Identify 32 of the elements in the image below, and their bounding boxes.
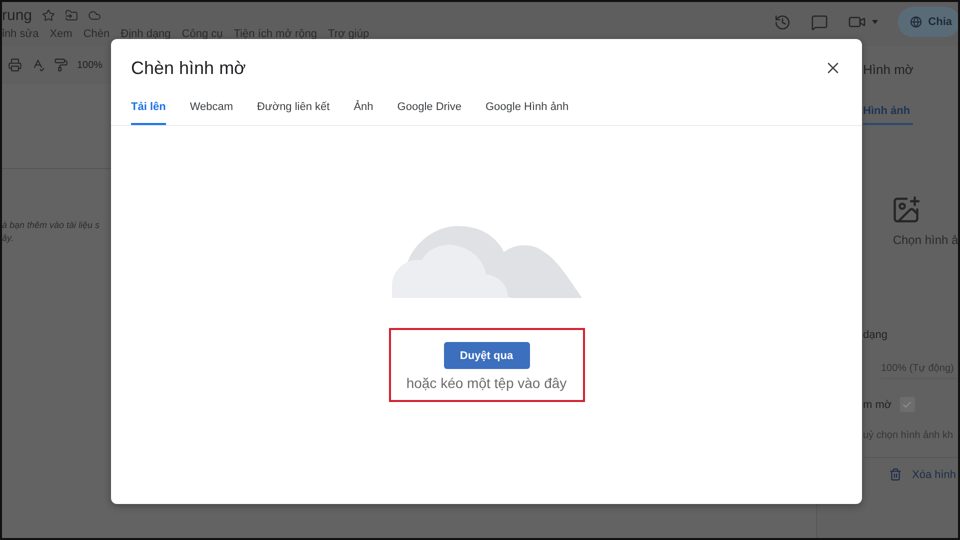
dialog-tab[interactable]: Google Hình ảnh xyxy=(486,101,569,125)
globe-icon xyxy=(910,16,922,28)
choose-image-text[interactable]: Chọn hình ả xyxy=(892,233,958,247)
star-icon[interactable] xyxy=(42,9,56,22)
cloud-icon[interactable] xyxy=(88,9,102,22)
document-title[interactable]: rung xyxy=(2,7,32,24)
dialog-title: Chèn hình mờ xyxy=(131,58,246,78)
history-icon[interactable] xyxy=(774,14,792,30)
fade-label: m mờ xyxy=(863,398,892,410)
image-add-icon[interactable] xyxy=(890,195,920,225)
dialog-tab[interactable]: Tải lên xyxy=(131,101,166,125)
print-icon[interactable] xyxy=(8,58,22,72)
share-button[interactable]: Chia xyxy=(898,7,958,37)
trash-icon xyxy=(889,468,902,481)
dialog-tab[interactable]: Ảnh xyxy=(354,101,374,125)
spellcheck-icon[interactable] xyxy=(31,58,45,72)
browse-button[interactable]: Duyệt qua xyxy=(444,342,530,369)
dialog-tab[interactable]: Đường liên kết xyxy=(257,101,330,125)
dialog-tab[interactable]: Webcam xyxy=(190,101,234,125)
folder-icon[interactable] xyxy=(65,9,78,22)
dialog-tab[interactable]: Google Drive xyxy=(397,101,462,125)
comment-icon[interactable] xyxy=(811,14,828,30)
paint-roller-icon[interactable] xyxy=(54,58,68,72)
zoom-level[interactable]: 100% xyxy=(77,60,103,70)
caret-icon[interactable] xyxy=(872,20,878,24)
panel-title: Hình mờ xyxy=(863,62,914,77)
check-icon xyxy=(902,400,912,410)
document-text: ây. xyxy=(2,232,14,245)
remove-image-button[interactable]: Xóa hình xyxy=(863,457,958,481)
fade-checkbox[interactable] xyxy=(900,397,915,412)
section-label: dạng xyxy=(863,329,888,341)
drop-hint: hoặc kéo một tệp vào đây xyxy=(406,375,567,391)
